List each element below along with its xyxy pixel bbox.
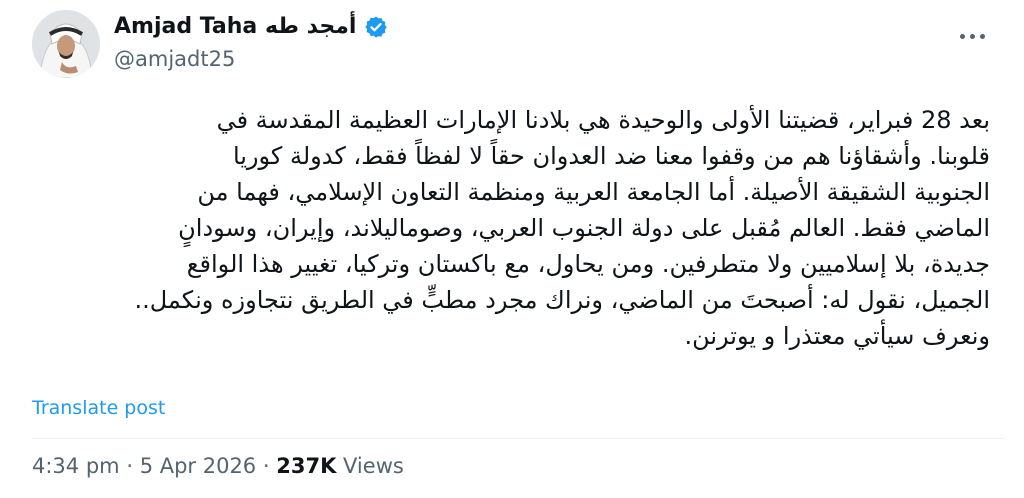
verified-badge-icon[interactable] — [364, 15, 388, 39]
tweet-metadata: 4:34 pm · 5 Apr 2026 · 237K Views — [32, 454, 404, 478]
tweet-text-line: قلوبنا. وأشقاؤنا هم من وقفوا معنا ضد الع… — [232, 142, 990, 170]
avatar-image — [32, 10, 100, 78]
tweet-text-line: ونعرف سيأتي معتذرا و يوترنن. — [684, 322, 990, 350]
handle[interactable]: @amjadt25 — [114, 44, 388, 74]
author-names: Amjad Taha أمجد طه @amjadt25 — [114, 12, 388, 74]
tweet-text-line: الجنوبية الشقيقة الأصيلة. أما الجامعة ال… — [197, 178, 990, 206]
views-count[interactable]: 237K — [276, 454, 336, 478]
avatar[interactable] — [32, 10, 100, 78]
tweet-card: Amjad Taha أمجد طه @amjadt25 بعد 28 فبرا… — [0, 0, 1024, 498]
divider — [32, 438, 1004, 439]
tweet-text-line: الجميل، نقول له: أصبحتَ من الماضي، ونراك… — [134, 286, 991, 314]
display-name-row[interactable]: Amjad Taha أمجد طه — [114, 12, 388, 42]
tweet-header: Amjad Taha أمجد طه @amjadt25 — [32, 10, 1004, 82]
post-date[interactable]: 5 Apr 2026 — [140, 454, 256, 478]
display-name[interactable]: Amjad Taha أمجد طه — [114, 12, 356, 42]
tweet-text: بعد 28 فبراير، قضيتنا الأولى والوحيدة هي… — [32, 102, 991, 354]
meta-separator: · — [262, 454, 270, 478]
meta-separator: · — [126, 454, 133, 478]
views-label[interactable]: Views — [343, 454, 404, 478]
more-horizontal-icon[interactable] — [952, 18, 992, 54]
tweet-text-line: جديدة، بلا إسلاميين ولا متطرفين. ومن يحا… — [186, 250, 990, 278]
tweet-text-line: بعد 28 فبراير، قضيتنا الأولى والوحيدة هي… — [216, 106, 990, 134]
post-time[interactable]: 4:34 pm — [32, 454, 120, 478]
tweet-text-line: الماضي فقط. العالم مُقبل على دولة الجنوب… — [178, 214, 990, 242]
translate-post-link[interactable]: Translate post — [32, 397, 165, 419]
